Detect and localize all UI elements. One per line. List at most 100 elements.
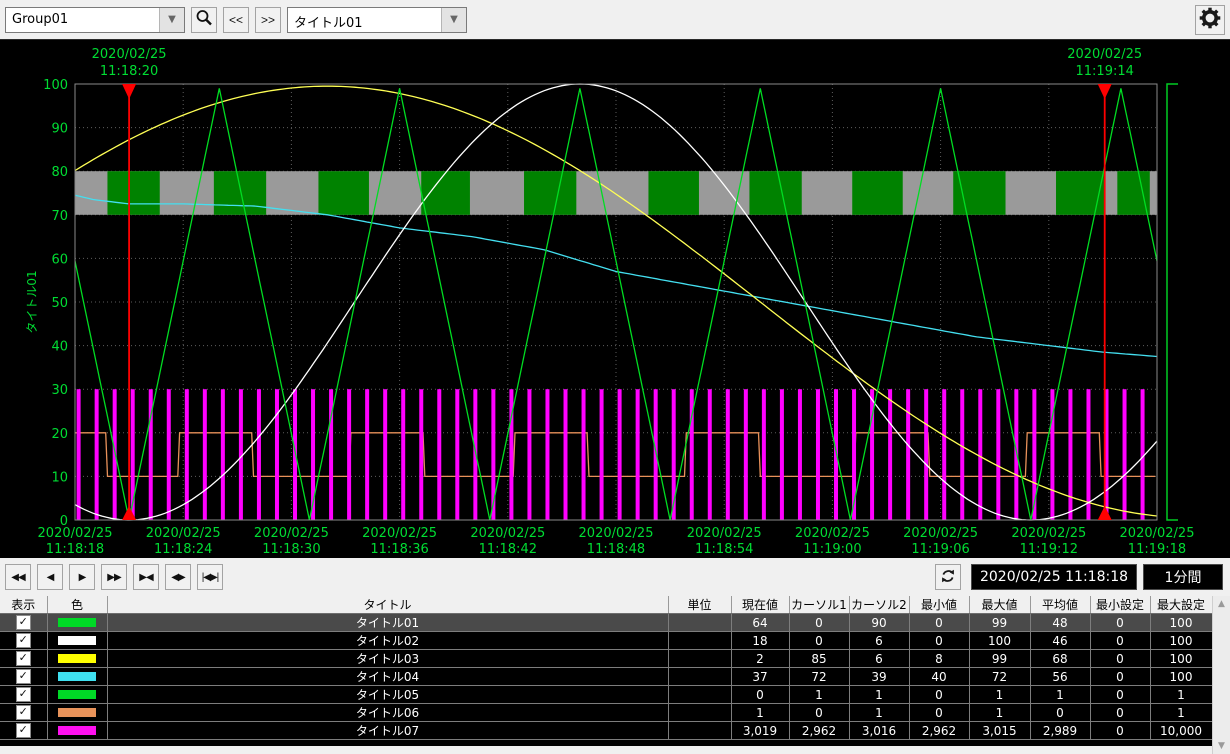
svg-text:11:18:30: 11:18:30 — [262, 542, 320, 557]
nav-buttons: ◀◀◀▶▶▶▶◀◀▶|◀▶| — [5, 564, 223, 590]
jump-start-icon: ◀◀ — [11, 572, 24, 583]
column-header-show[interactable]: 表示 — [0, 596, 47, 614]
series-title: タイトル03 — [107, 650, 668, 668]
table-row[interactable]: ✓タイトル0218060100460100 — [0, 632, 1212, 650]
visibility-checkbox[interactable]: ✓ — [16, 615, 31, 630]
visibility-checkbox[interactable]: ✓ — [16, 651, 31, 666]
value-avg: 48 — [1030, 614, 1090, 632]
value-max: 100 — [969, 632, 1030, 650]
bottom-toolbar: ◀◀◀▶▶▶▶◀◀▶|◀▶| 2020/02/25 11:18:18 1分間 — [0, 558, 1230, 596]
value-current: 0 — [731, 686, 789, 704]
visibility-checkbox[interactable]: ✓ — [16, 633, 31, 648]
svg-text:2020/02/25: 2020/02/25 — [470, 526, 545, 541]
x-axis-labels: 2020/02/2511:18:182020/02/2511:18:242020… — [38, 526, 1195, 557]
series-unit — [668, 650, 731, 668]
scrollbar-down-button[interactable]: ▼ — [1213, 738, 1230, 754]
value-current: 18 — [731, 632, 789, 650]
step-forward-button[interactable]: ▶ — [69, 564, 95, 590]
search-button[interactable] — [191, 7, 217, 33]
column-header-avg[interactable]: 平均値 — [1030, 596, 1090, 614]
y-axis-title: タイトル01 — [25, 270, 39, 333]
series-title: タイトル02 — [107, 632, 668, 650]
prev-title-button[interactable]: << — [223, 7, 249, 33]
series-table-region: 表示色タイトル単位現在値カーソル1カーソル2最小値最大値平均値最小設定最大設定✓… — [0, 596, 1230, 754]
column-header-current[interactable]: 現在値 — [731, 596, 789, 614]
cursor-1-top-marker-icon[interactable] — [122, 84, 136, 99]
settings-button[interactable] — [1195, 5, 1225, 35]
svg-text:40: 40 — [51, 340, 68, 355]
svg-text:11:18:18: 11:18:18 — [46, 542, 104, 557]
table-row[interactable]: ✓タイトル043772394072560100 — [0, 668, 1212, 686]
value-max: 1 — [969, 686, 1030, 704]
svg-text:100: 100 — [43, 78, 68, 93]
visibility-checkbox[interactable]: ✓ — [16, 669, 31, 684]
column-header-title[interactable]: タイトル — [107, 596, 668, 614]
column-header-min-setting[interactable]: 最小設定 — [1090, 596, 1150, 614]
cursors-apart-icon: ◀▶ — [171, 572, 184, 583]
chevron-down-icon[interactable]: ▼ — [441, 8, 466, 32]
cursors-together-button[interactable]: ▶◀ — [133, 564, 159, 590]
next-title-button[interactable]: >> — [255, 7, 281, 33]
value-max: 3,015 — [969, 722, 1030, 740]
value-cursor1: 0 — [789, 704, 849, 722]
time-span-display: 1分間 — [1143, 564, 1223, 590]
series-unit — [668, 614, 731, 632]
cursor-1-date-label: 2020/02/25 — [92, 47, 167, 62]
gear-icon — [1198, 6, 1222, 33]
title-select-value: タイトル01 — [288, 8, 441, 32]
svg-text:11:19:18: 11:19:18 — [1128, 542, 1186, 557]
column-header-max-setting[interactable]: 最大設定 — [1150, 596, 1212, 614]
column-header-max[interactable]: 最大値 — [969, 596, 1030, 614]
series-title: タイトル04 — [107, 668, 668, 686]
cursors-apart-button[interactable]: ◀▶ — [165, 564, 191, 590]
svg-text:11:18:24: 11:18:24 — [154, 542, 212, 557]
jump-forward-button[interactable]: ▶▶ — [101, 564, 127, 590]
visibility-checkbox[interactable]: ✓ — [16, 705, 31, 720]
trend-viewer-window: Group01 ▼ << >> タイトル01 ▼ 010203040506070… — [0, 0, 1230, 754]
value-avg: 46 — [1030, 632, 1090, 650]
title-select[interactable]: タイトル01 ▼ — [287, 7, 467, 33]
jump-start-button[interactable]: ◀◀ — [5, 564, 31, 590]
svg-text:タイトル01: タイトル01 — [25, 270, 39, 333]
cursor-1[interactable]: 2020/02/2511:18:20 — [92, 47, 167, 520]
column-header-cursor2[interactable]: カーソル2 — [849, 596, 909, 614]
cursor-2-top-marker-icon[interactable] — [1098, 84, 1112, 99]
search-icon — [195, 9, 213, 30]
chevron-down-icon[interactable]: ▼ — [159, 8, 184, 32]
column-header-unit[interactable]: 単位 — [668, 596, 731, 614]
step-back-button[interactable]: ◀ — [37, 564, 63, 590]
color-swatch — [58, 618, 96, 627]
group-select[interactable]: Group01 ▼ — [5, 7, 185, 33]
visibility-checkbox[interactable]: ✓ — [16, 687, 31, 702]
table-row[interactable]: ✓タイトル0610101001 — [0, 704, 1212, 722]
svg-text:2020/02/25: 2020/02/25 — [687, 526, 762, 541]
value-avg: 68 — [1030, 650, 1090, 668]
column-header-color[interactable]: 色 — [47, 596, 107, 614]
visibility-checkbox[interactable]: ✓ — [16, 723, 31, 738]
trend-plot[interactable]: 0102030405060708090100タイトル012020/02/2511… — [0, 40, 1230, 558]
table-row[interactable]: ✓タイトル073,0192,9623,0162,9623,0152,989010… — [0, 722, 1212, 740]
square-wave-series — [75, 433, 1155, 477]
table-row[interactable]: ✓タイトル0164090099480100 — [0, 614, 1212, 632]
value-cursor1: 72 — [789, 668, 849, 686]
value-min-setting: 0 — [1090, 632, 1150, 650]
scrollbar-up-button[interactable]: ▲ — [1213, 596, 1230, 612]
color-swatch — [58, 708, 96, 717]
value-cursor2: 6 — [849, 650, 909, 668]
table-row[interactable]: ✓タイトル0501101101 — [0, 686, 1212, 704]
value-max-setting: 100 — [1150, 668, 1212, 686]
svg-text:2020/02/25: 2020/02/25 — [146, 526, 221, 541]
column-header-cursor1[interactable]: カーソル1 — [789, 596, 849, 614]
refresh-button[interactable] — [935, 564, 961, 590]
cursor-2[interactable]: 2020/02/2511:19:14 — [1067, 47, 1142, 520]
series-unit — [668, 704, 731, 722]
table-scrollbar[interactable]: ▲ ▼ — [1212, 596, 1230, 754]
value-current: 37 — [731, 668, 789, 686]
fit-cursors-button[interactable]: |◀▶| — [197, 564, 223, 590]
value-cursor1: 85 — [789, 650, 849, 668]
column-header-min[interactable]: 最小値 — [909, 596, 969, 614]
cursors-together-icon: ▶◀ — [139, 572, 152, 583]
table-row[interactable]: ✓タイトル032856899680100 — [0, 650, 1212, 668]
svg-text:30: 30 — [51, 383, 68, 398]
value-max-setting: 1 — [1150, 686, 1212, 704]
